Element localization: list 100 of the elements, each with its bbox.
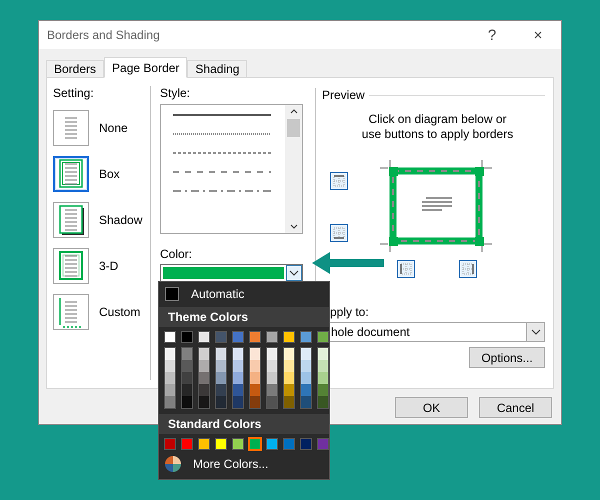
color-swatch[interactable] bbox=[318, 384, 328, 396]
line-style-option[interactable] bbox=[173, 189, 271, 193]
dropdown-button[interactable] bbox=[526, 323, 544, 341]
color-swatch[interactable] bbox=[317, 331, 329, 343]
options-button[interactable]: Options... bbox=[469, 347, 545, 368]
automatic-option[interactable]: Automatic bbox=[159, 282, 329, 306]
color-swatch[interactable] bbox=[317, 438, 329, 450]
color-swatch[interactable] bbox=[216, 396, 226, 408]
color-swatch[interactable] bbox=[318, 360, 328, 372]
right-border-button[interactable] bbox=[459, 260, 477, 278]
color-swatch[interactable] bbox=[267, 348, 277, 360]
color-swatch[interactable] bbox=[216, 384, 226, 396]
color-swatch[interactable] bbox=[284, 384, 294, 396]
dialog-button[interactable]: Cancel bbox=[479, 397, 552, 418]
color-swatch[interactable] bbox=[165, 396, 175, 408]
color-swatch[interactable] bbox=[181, 438, 193, 450]
dialog-button[interactable]: OK bbox=[395, 397, 468, 418]
tab[interactable]: Borders bbox=[46, 60, 104, 78]
color-swatch[interactable] bbox=[216, 360, 226, 372]
color-swatch[interactable] bbox=[284, 348, 294, 360]
color-swatch[interactable] bbox=[181, 331, 193, 343]
color-swatch[interactable] bbox=[318, 396, 328, 408]
color-swatch[interactable] bbox=[300, 331, 312, 343]
color-swatch[interactable] bbox=[216, 348, 226, 360]
color-swatch[interactable] bbox=[266, 438, 278, 450]
color-swatch[interactable] bbox=[250, 384, 260, 396]
color-swatch[interactable] bbox=[300, 438, 312, 450]
color-swatch[interactable] bbox=[199, 348, 209, 360]
color-swatch[interactable] bbox=[301, 348, 311, 360]
color-swatch[interactable] bbox=[284, 372, 294, 384]
color-swatch[interactable] bbox=[267, 360, 277, 372]
color-swatch[interactable] bbox=[233, 372, 243, 384]
setting-option[interactable]: None bbox=[53, 110, 150, 146]
dropdown-button[interactable] bbox=[286, 265, 302, 281]
setting-option[interactable]: 3-D bbox=[53, 248, 150, 284]
color-swatch[interactable] bbox=[250, 348, 260, 360]
color-swatch[interactable] bbox=[216, 372, 226, 384]
bottom-border-button[interactable] bbox=[330, 224, 348, 242]
color-swatch[interactable] bbox=[318, 372, 328, 384]
color-swatch[interactable] bbox=[283, 331, 295, 343]
line-style-option[interactable] bbox=[173, 132, 271, 136]
line-style-option[interactable] bbox=[173, 113, 271, 117]
color-swatch[interactable] bbox=[165, 372, 175, 384]
color-swatch[interactable] bbox=[232, 438, 244, 450]
close-button[interactable]: × bbox=[515, 21, 561, 49]
more-colors-option[interactable]: More Colors... bbox=[159, 452, 329, 476]
color-swatch[interactable] bbox=[267, 396, 277, 408]
color-swatch[interactable] bbox=[232, 331, 244, 343]
border-preview-drawing[interactable] bbox=[380, 160, 492, 252]
color-swatch[interactable] bbox=[165, 360, 175, 372]
color-swatch[interactable] bbox=[199, 372, 209, 384]
color-swatch[interactable] bbox=[182, 360, 192, 372]
color-swatch[interactable] bbox=[249, 331, 261, 343]
color-swatch[interactable] bbox=[215, 438, 227, 450]
color-swatch[interactable] bbox=[301, 396, 311, 408]
help-button[interactable]: ? bbox=[469, 21, 515, 49]
color-swatch[interactable] bbox=[250, 372, 260, 384]
tab[interactable]: Page Border bbox=[104, 57, 188, 78]
color-swatch[interactable] bbox=[198, 438, 210, 450]
color-swatch[interactable] bbox=[301, 384, 311, 396]
color-swatch[interactable] bbox=[318, 348, 328, 360]
color-swatch[interactable] bbox=[249, 438, 261, 450]
color-swatch[interactable] bbox=[165, 384, 175, 396]
color-swatch[interactable] bbox=[215, 331, 227, 343]
color-swatch[interactable] bbox=[233, 360, 243, 372]
color-swatch[interactable] bbox=[284, 396, 294, 408]
tab[interactable]: Shading bbox=[187, 60, 248, 78]
color-swatch[interactable] bbox=[182, 348, 192, 360]
color-swatch[interactable] bbox=[233, 396, 243, 408]
scroll-thumb[interactable] bbox=[287, 119, 300, 137]
color-swatch[interactable] bbox=[198, 331, 210, 343]
color-swatch[interactable] bbox=[182, 396, 192, 408]
color-swatch[interactable] bbox=[267, 384, 277, 396]
color-swatch[interactable] bbox=[182, 384, 192, 396]
color-swatch[interactable] bbox=[266, 331, 278, 343]
color-swatch[interactable] bbox=[301, 360, 311, 372]
color-swatch[interactable] bbox=[301, 372, 311, 384]
scrollbar[interactable] bbox=[285, 105, 302, 233]
color-swatch[interactable] bbox=[283, 438, 295, 450]
color-swatch[interactable] bbox=[284, 360, 294, 372]
color-swatch[interactable] bbox=[199, 396, 209, 408]
color-swatch[interactable] bbox=[164, 438, 176, 450]
setting-option[interactable]: Custom bbox=[53, 294, 150, 330]
color-swatch[interactable] bbox=[250, 396, 260, 408]
setting-option[interactable]: Shadow bbox=[53, 202, 150, 238]
line-style-option[interactable] bbox=[173, 151, 271, 155]
left-border-button[interactable] bbox=[397, 260, 415, 278]
setting-option[interactable]: Box bbox=[53, 156, 150, 192]
color-swatch[interactable] bbox=[250, 360, 260, 372]
color-swatch[interactable] bbox=[233, 348, 243, 360]
color-swatch[interactable] bbox=[164, 331, 176, 343]
line-style-option[interactable] bbox=[173, 170, 271, 174]
top-border-button[interactable] bbox=[330, 172, 348, 190]
color-swatch[interactable] bbox=[233, 384, 243, 396]
color-swatch[interactable] bbox=[182, 372, 192, 384]
color-swatch[interactable] bbox=[199, 360, 209, 372]
color-swatch[interactable] bbox=[165, 348, 175, 360]
color-dropdown[interactable] bbox=[160, 264, 303, 282]
color-swatch[interactable] bbox=[267, 372, 277, 384]
color-swatch[interactable] bbox=[199, 384, 209, 396]
